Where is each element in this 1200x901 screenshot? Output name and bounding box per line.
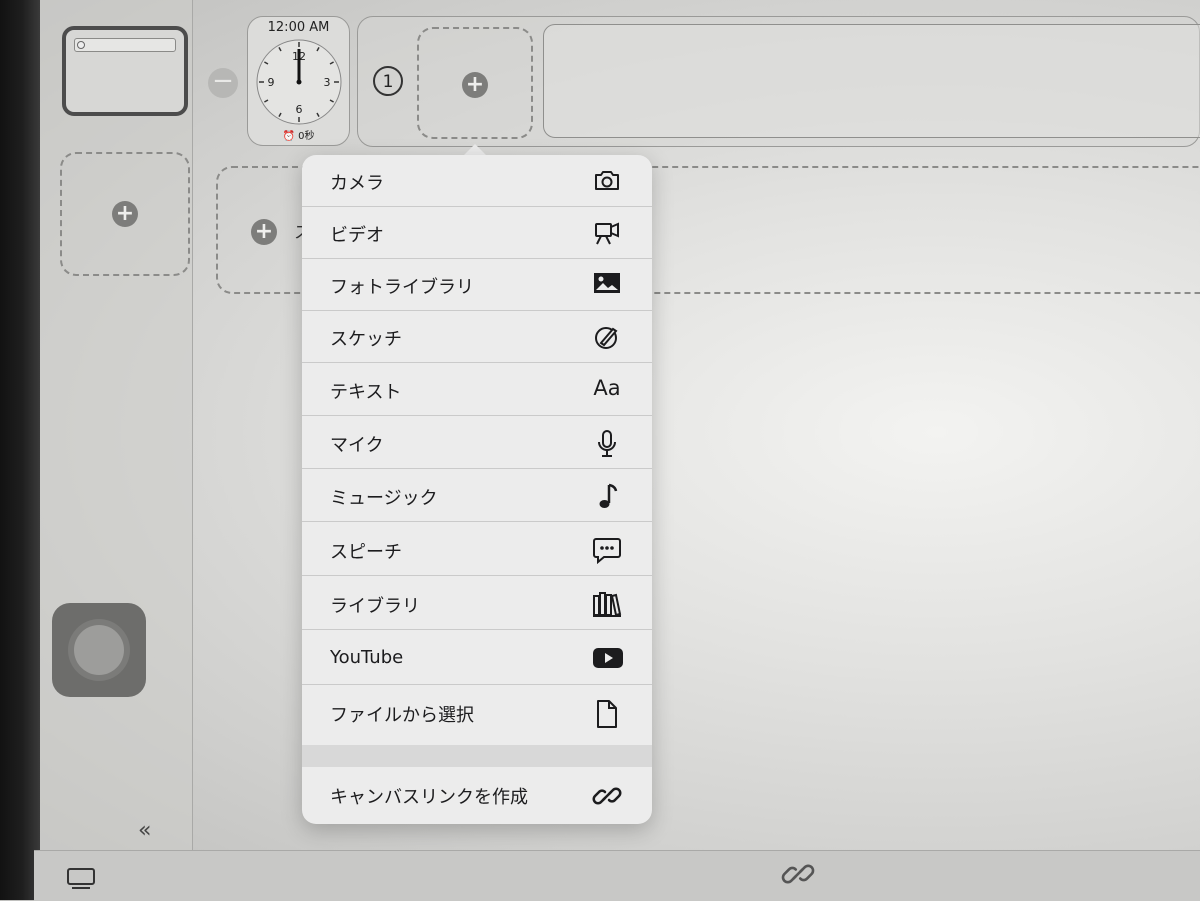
youtube-icon bbox=[592, 645, 623, 673]
home-button[interactable] bbox=[52, 603, 146, 697]
menu-item-video[interactable]: ビデオ bbox=[302, 207, 652, 259]
menu-item-label: ビデオ bbox=[330, 225, 384, 246]
radio-dot bbox=[77, 41, 85, 49]
insert-media-menu: カメラ ビデオ フォトライブラリ スケッチ テキスト Aa マイク ミュージック bbox=[302, 155, 652, 824]
collapse-sidebar-button[interactable]: « bbox=[138, 818, 151, 843]
link-icon bbox=[592, 781, 622, 809]
plus-icon: + bbox=[251, 219, 277, 245]
menu-item-speech[interactable]: スピーチ bbox=[302, 524, 652, 576]
sketch-icon bbox=[592, 323, 622, 351]
music-note-icon bbox=[592, 482, 622, 510]
clock-widget[interactable]: 12:00 AM 12 3 6 9 ⏰ 0秒 bbox=[247, 16, 350, 146]
clock-time: 12:00 AM bbox=[267, 20, 330, 35]
microphone-icon bbox=[592, 429, 622, 457]
menu-separator bbox=[302, 745, 652, 767]
menu-item-label: テキスト bbox=[330, 382, 402, 403]
menu-item-label: ミュージック bbox=[330, 488, 438, 509]
title-text-field[interactable] bbox=[543, 24, 1200, 138]
menu-item-label: マイク bbox=[330, 435, 384, 456]
camera-icon bbox=[592, 167, 622, 195]
clock-number-3: 3 bbox=[324, 76, 331, 89]
document-icon bbox=[592, 699, 622, 728]
plus-icon: + bbox=[112, 201, 138, 227]
menu-item-choose-file[interactable]: ファイルから選択 bbox=[302, 687, 652, 739]
menu-item-label: フォトライブラリ bbox=[330, 277, 474, 298]
photo-icon bbox=[592, 271, 622, 299]
remove-widget-button[interactable]: − bbox=[208, 68, 238, 98]
menu-item-label: キャンバスリンクを作成 bbox=[330, 787, 528, 808]
menu-item-label: ライブラリ bbox=[330, 596, 420, 617]
menu-item-label: ファイルから選択 bbox=[330, 705, 474, 726]
menu-item-text[interactable]: テキスト Aa bbox=[302, 364, 652, 416]
add-slide-placeholder[interactable]: + bbox=[60, 152, 190, 276]
slide-sidebar: + « bbox=[40, 0, 193, 850]
thumbnail-bar bbox=[74, 38, 176, 52]
add-media-placeholder[interactable]: + bbox=[417, 27, 533, 139]
speech-bubble-icon bbox=[592, 536, 622, 564]
menu-item-sketch[interactable]: スケッチ bbox=[302, 311, 652, 363]
clock-number-6: 6 bbox=[296, 103, 303, 116]
menu-item-label: スケッチ bbox=[330, 329, 402, 350]
menu-item-camera[interactable]: カメラ bbox=[302, 155, 652, 207]
library-books-icon bbox=[592, 590, 622, 618]
menu-item-label: YouTube bbox=[330, 647, 404, 668]
menu-item-music[interactable]: ミュージック bbox=[302, 470, 652, 522]
page-number-badge[interactable]: 1 bbox=[373, 66, 403, 96]
menu-item-microphone[interactable]: マイク bbox=[302, 417, 652, 469]
menu-item-photo-library[interactable]: フォトライブラリ bbox=[302, 259, 652, 311]
text-icon: Aa bbox=[593, 376, 621, 400]
plus-icon: + bbox=[462, 72, 488, 98]
clock-face-icon: 12 3 6 9 bbox=[256, 39, 342, 125]
video-camera-icon bbox=[592, 219, 622, 247]
clock-number-9: 9 bbox=[268, 76, 275, 89]
menu-item-label: スピーチ bbox=[330, 542, 402, 563]
menu-item-create-canvas-link[interactable]: キャンバスリンクを作成 bbox=[302, 769, 652, 821]
menu-item-label: カメラ bbox=[330, 173, 384, 194]
home-ring-icon bbox=[74, 625, 124, 675]
menu-item-youtube[interactable]: YouTube bbox=[302, 633, 652, 685]
device-bezel bbox=[0, 0, 40, 900]
bottom-toolbar bbox=[34, 850, 1200, 901]
display-icon[interactable] bbox=[66, 867, 96, 895]
slide-thumbnail[interactable] bbox=[62, 26, 188, 116]
alarm-timer: ⏰ 0秒 bbox=[282, 131, 315, 142]
menu-item-library[interactable]: ライブラリ bbox=[302, 578, 652, 630]
link-icon[interactable] bbox=[781, 857, 815, 895]
